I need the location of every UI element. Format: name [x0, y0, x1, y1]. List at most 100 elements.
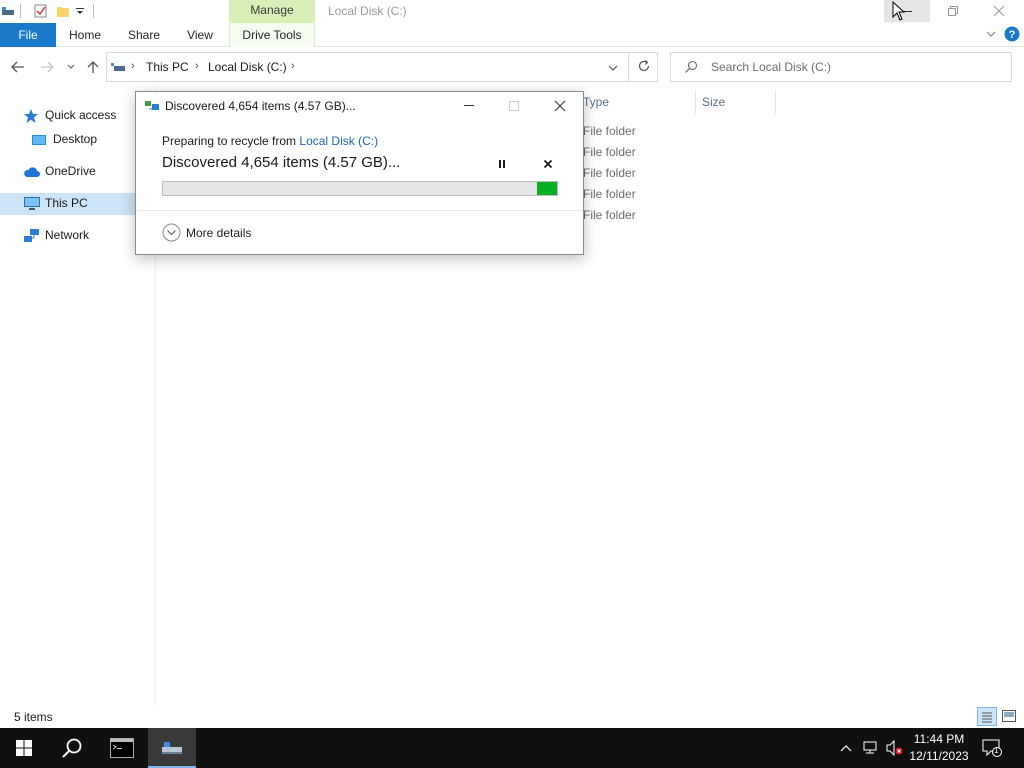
- breadcrumb-chevron-icon[interactable]: ›: [291, 60, 295, 72]
- tab-drive-tools[interactable]: Drive Tools: [229, 23, 315, 47]
- forward-arrow-icon[interactable]: [39, 59, 55, 78]
- qat-divider: [93, 4, 94, 18]
- dialog-title: Discovered 4,654 items (4.57 GB)...: [165, 99, 356, 113]
- this-pc-icon: [110, 60, 126, 77]
- expand-details-icon[interactable]: [162, 223, 181, 245]
- nav-item-onedrive[interactable]: OneDrive: [0, 161, 156, 183]
- address-dropdown-icon[interactable]: [607, 62, 619, 76]
- details-view-button[interactable]: [977, 707, 997, 726]
- up-arrow-icon[interactable]: [85, 59, 101, 78]
- cancel-operation-button[interactable]: [540, 156, 556, 172]
- window-title: Local Disk (C:): [328, 4, 407, 18]
- nav-item-desktop[interactable]: Desktop: [0, 129, 156, 151]
- file-operation-icon: [145, 100, 161, 117]
- title-bar: Manage Local Disk (C:): [0, 0, 1024, 23]
- dialog-divider: [136, 210, 583, 211]
- restore-button[interactable]: [930, 0, 976, 22]
- qat-dropdown-icon[interactable]: [75, 4, 89, 18]
- clock-date: 12/11/2023: [909, 749, 969, 763]
- action-center-icon[interactable]: 1: [982, 739, 1002, 760]
- tab-file[interactable]: File: [0, 23, 56, 47]
- help-icon[interactable]: ?: [1004, 26, 1020, 45]
- ribbon-tabs: File Home Share View Drive Tools ?: [0, 23, 1024, 47]
- large-icons-view-icon[interactable]: [1002, 710, 1016, 725]
- breadcrumb-chevron-icon: ›: [195, 60, 199, 72]
- show-hidden-icons-icon[interactable]: [840, 742, 852, 756]
- dialog-close-button[interactable]: [547, 96, 573, 116]
- nav-label: Network: [45, 228, 90, 242]
- clock-time: 11:44 PM: [913, 732, 965, 746]
- table-row-type[interactable]: File folder: [583, 145, 636, 159]
- start-button[interactable]: [0, 728, 48, 768]
- column-divider[interactable]: [775, 90, 776, 114]
- network-status-icon[interactable]: [863, 740, 879, 759]
- nav-item-quick-access[interactable]: Quick access: [0, 105, 156, 127]
- mouse-cursor-icon: [892, 1, 906, 21]
- tab-share[interactable]: Share: [120, 23, 168, 47]
- network-icon: [23, 228, 41, 244]
- table-row-type[interactable]: File folder: [583, 124, 636, 138]
- table-row-type[interactable]: File folder: [583, 208, 636, 222]
- qat-divider: [20, 4, 21, 18]
- item-count: 5 items: [14, 710, 53, 724]
- cancel-icon: [543, 159, 553, 169]
- nav-label: This PC: [45, 196, 88, 210]
- recent-locations-icon[interactable]: [66, 61, 76, 75]
- back-arrow-icon[interactable]: [10, 59, 26, 78]
- computer-icon: [23, 196, 41, 212]
- search-taskbar-button[interactable]: [48, 728, 96, 768]
- address-row: › This PC › Local Disk (C:) › Search Loc…: [0, 47, 1024, 87]
- manage-context-tab[interactable]: Manage: [229, 0, 315, 23]
- taskbar: 11:44 PM 12/11/2023 1: [0, 728, 1024, 768]
- search-placeholder: Search Local Disk (C:): [711, 60, 832, 74]
- nav-item-this-pc[interactable]: This PC: [0, 193, 156, 215]
- column-divider[interactable]: [695, 90, 696, 114]
- star-icon: [23, 108, 41, 124]
- system-clock[interactable]: 11:44 PM 12/11/2023: [904, 731, 974, 765]
- desktop-folder-icon: [31, 132, 49, 148]
- address-bar[interactable]: › This PC › Local Disk (C:) ›: [106, 52, 658, 82]
- source-location-link[interactable]: Local Disk (C:): [299, 134, 378, 148]
- progress-bar-fill: [537, 182, 557, 195]
- notification-count: 1: [994, 746, 999, 755]
- progress-bar: [162, 181, 558, 196]
- dialog-maximize-button[interactable]: [501, 96, 527, 116]
- nav-label: OneDrive: [45, 164, 96, 178]
- table-row-type[interactable]: File folder: [583, 187, 636, 201]
- minimize-button[interactable]: [884, 0, 930, 22]
- subtitle-prefix: Preparing to recycle from: [162, 134, 300, 148]
- navigation-pane: Quick access Desktop OneDrive This PC Ne…: [0, 87, 156, 707]
- drive-icon: [162, 742, 182, 754]
- breadcrumb-local-disk[interactable]: Local Disk (C:): [208, 60, 287, 74]
- command-prompt-taskbar-button[interactable]: [98, 728, 146, 768]
- pause-icon: [499, 160, 505, 168]
- svg-text:?: ?: [1009, 29, 1016, 41]
- refresh-icon: [638, 60, 650, 72]
- expand-ribbon-icon[interactable]: [985, 28, 997, 43]
- column-header-type[interactable]: Type: [583, 95, 609, 109]
- file-explorer-taskbar-button[interactable]: [148, 728, 196, 768]
- recycle-progress-dialog: Discovered 4,654 items (4.57 GB)... Prep…: [135, 91, 584, 255]
- more-details-link[interactable]: More details: [186, 226, 251, 240]
- close-window-button[interactable]: [976, 0, 1022, 22]
- dialog-minimize-button[interactable]: [456, 96, 482, 116]
- status-bar: 5 items: [0, 706, 1024, 728]
- nav-item-network[interactable]: Network: [0, 225, 156, 247]
- cloud-icon: [23, 164, 41, 180]
- properties-icon[interactable]: [34, 4, 48, 18]
- drive-icon[interactable]: [2, 4, 16, 18]
- terminal-icon: [110, 738, 134, 758]
- refresh-button[interactable]: [628, 52, 658, 82]
- tab-view[interactable]: View: [178, 23, 222, 47]
- details-view-icon: [982, 712, 992, 723]
- search-icon: [62, 738, 82, 758]
- table-row-type[interactable]: File folder: [583, 166, 636, 180]
- column-header-size[interactable]: Size: [702, 95, 725, 109]
- search-input[interactable]: Search Local Disk (C:): [670, 52, 1012, 82]
- breadcrumb-this-pc[interactable]: This PC: [146, 60, 189, 74]
- breadcrumb-chevron-icon: ›: [131, 60, 135, 72]
- volume-muted-icon[interactable]: [886, 739, 904, 759]
- new-folder-icon[interactable]: [56, 4, 70, 18]
- pause-button[interactable]: [494, 156, 510, 172]
- tab-home[interactable]: Home: [60, 23, 110, 47]
